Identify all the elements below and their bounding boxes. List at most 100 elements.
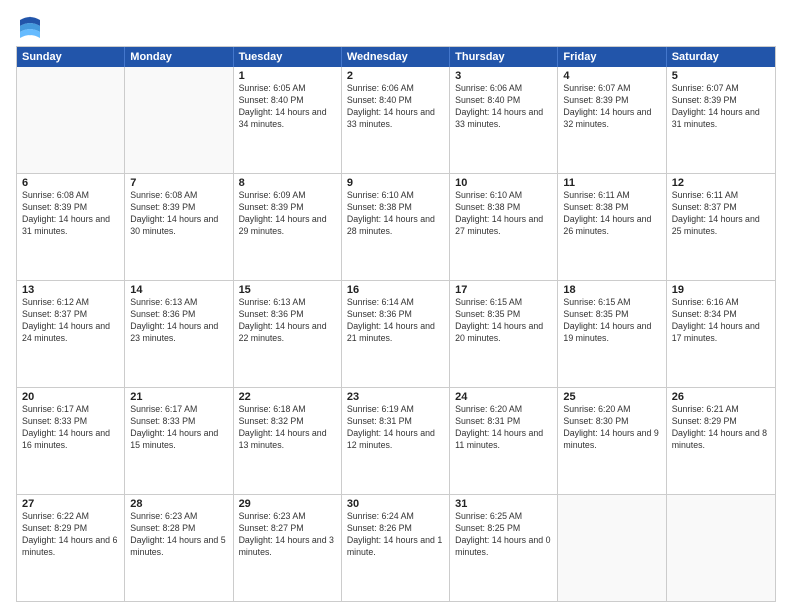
day-number: 10 xyxy=(455,177,552,189)
calendar-row-2: 6 Sunrise: 6:08 AM Sunset: 8:39 PM Daylig… xyxy=(17,173,775,280)
day-info: Sunrise: 6:13 AM Sunset: 8:36 PM Dayligh… xyxy=(239,297,336,345)
header xyxy=(16,12,776,40)
day-number: 30 xyxy=(347,498,444,510)
day-info: Sunrise: 6:23 AM Sunset: 8:27 PM Dayligh… xyxy=(239,511,336,559)
day-info: Sunrise: 6:19 AM Sunset: 8:31 PM Dayligh… xyxy=(347,404,444,452)
day-number: 23 xyxy=(347,391,444,403)
day-number: 31 xyxy=(455,498,552,510)
day-cell-21: 21Sunrise: 6:17 AM Sunset: 8:33 PM Dayli… xyxy=(125,388,233,494)
day-cell-31: 31Sunrise: 6:25 AM Sunset: 8:25 PM Dayli… xyxy=(450,495,558,601)
day-number: 8 xyxy=(239,177,336,189)
day-info: Sunrise: 6:24 AM Sunset: 8:26 PM Dayligh… xyxy=(347,511,444,559)
day-cell-10: 10Sunrise: 6:10 AM Sunset: 8:38 PM Dayli… xyxy=(450,174,558,280)
day-number: 24 xyxy=(455,391,552,403)
day-cell-29: 29Sunrise: 6:23 AM Sunset: 8:27 PM Dayli… xyxy=(234,495,342,601)
day-header-friday: Friday xyxy=(558,47,666,67)
day-number: 2 xyxy=(347,70,444,82)
day-info: Sunrise: 6:15 AM Sunset: 8:35 PM Dayligh… xyxy=(563,297,660,345)
empty-cell xyxy=(558,495,666,601)
calendar-row-5: 27Sunrise: 6:22 AM Sunset: 8:29 PM Dayli… xyxy=(17,494,775,601)
day-cell-8: 8Sunrise: 6:09 AM Sunset: 8:39 PM Daylig… xyxy=(234,174,342,280)
day-cell-17: 17Sunrise: 6:15 AM Sunset: 8:35 PM Dayli… xyxy=(450,281,558,387)
day-cell-13: 13Sunrise: 6:12 AM Sunset: 8:37 PM Dayli… xyxy=(17,281,125,387)
day-cell-30: 30Sunrise: 6:24 AM Sunset: 8:26 PM Dayli… xyxy=(342,495,450,601)
day-cell-23: 23Sunrise: 6:19 AM Sunset: 8:31 PM Dayli… xyxy=(342,388,450,494)
day-cell-28: 28Sunrise: 6:23 AM Sunset: 8:28 PM Dayli… xyxy=(125,495,233,601)
logo xyxy=(16,12,48,40)
day-number: 29 xyxy=(239,498,336,510)
day-info: Sunrise: 6:10 AM Sunset: 8:38 PM Dayligh… xyxy=(347,190,444,238)
day-cell-3: 3Sunrise: 6:06 AM Sunset: 8:40 PM Daylig… xyxy=(450,67,558,173)
day-cell-24: 24Sunrise: 6:20 AM Sunset: 8:31 PM Dayli… xyxy=(450,388,558,494)
day-cell-18: 18Sunrise: 6:15 AM Sunset: 8:35 PM Dayli… xyxy=(558,281,666,387)
day-header-saturday: Saturday xyxy=(667,47,775,67)
day-info: Sunrise: 6:08 AM Sunset: 8:39 PM Dayligh… xyxy=(130,190,227,238)
day-cell-9: 9Sunrise: 6:10 AM Sunset: 8:38 PM Daylig… xyxy=(342,174,450,280)
day-number: 18 xyxy=(563,284,660,296)
day-cell-1: 1Sunrise: 6:05 AM Sunset: 8:40 PM Daylig… xyxy=(234,67,342,173)
day-cell-15: 15Sunrise: 6:13 AM Sunset: 8:36 PM Dayli… xyxy=(234,281,342,387)
day-number: 6 xyxy=(22,177,119,189)
day-info: Sunrise: 6:20 AM Sunset: 8:30 PM Dayligh… xyxy=(563,404,660,452)
day-info: Sunrise: 6:10 AM Sunset: 8:38 PM Dayligh… xyxy=(455,190,552,238)
day-header-wednesday: Wednesday xyxy=(342,47,450,67)
day-info: Sunrise: 6:11 AM Sunset: 8:38 PM Dayligh… xyxy=(563,190,660,238)
empty-cell xyxy=(125,67,233,173)
day-info: Sunrise: 6:06 AM Sunset: 8:40 PM Dayligh… xyxy=(455,83,552,131)
day-number: 28 xyxy=(130,498,227,510)
day-cell-26: 26Sunrise: 6:21 AM Sunset: 8:29 PM Dayli… xyxy=(667,388,775,494)
day-header-monday: Monday xyxy=(125,47,233,67)
calendar: SundayMondayTuesdayWednesdayThursdayFrid… xyxy=(16,46,776,602)
day-cell-20: 20Sunrise: 6:17 AM Sunset: 8:33 PM Dayli… xyxy=(17,388,125,494)
day-number: 27 xyxy=(22,498,119,510)
day-info: Sunrise: 6:14 AM Sunset: 8:36 PM Dayligh… xyxy=(347,297,444,345)
day-number: 22 xyxy=(239,391,336,403)
day-number: 26 xyxy=(672,391,770,403)
day-cell-11: 11Sunrise: 6:11 AM Sunset: 8:38 PM Dayli… xyxy=(558,174,666,280)
calendar-header: SundayMondayTuesdayWednesdayThursdayFrid… xyxy=(17,47,775,67)
day-number: 3 xyxy=(455,70,552,82)
day-number: 1 xyxy=(239,70,336,82)
day-number: 5 xyxy=(672,70,770,82)
page: SundayMondayTuesdayWednesdayThursdayFrid… xyxy=(0,0,792,612)
calendar-row-1: 1Sunrise: 6:05 AM Sunset: 8:40 PM Daylig… xyxy=(17,67,775,173)
day-cell-5: 5Sunrise: 6:07 AM Sunset: 8:39 PM Daylig… xyxy=(667,67,775,173)
day-cell-4: 4Sunrise: 6:07 AM Sunset: 8:39 PM Daylig… xyxy=(558,67,666,173)
calendar-row-4: 20Sunrise: 6:17 AM Sunset: 8:33 PM Dayli… xyxy=(17,387,775,494)
day-cell-27: 27Sunrise: 6:22 AM Sunset: 8:29 PM Dayli… xyxy=(17,495,125,601)
day-cell-12: 12Sunrise: 6:11 AM Sunset: 8:37 PM Dayli… xyxy=(667,174,775,280)
day-number: 15 xyxy=(239,284,336,296)
day-header-tuesday: Tuesday xyxy=(234,47,342,67)
day-number: 12 xyxy=(672,177,770,189)
day-number: 11 xyxy=(563,177,660,189)
empty-cell xyxy=(667,495,775,601)
day-info: Sunrise: 6:11 AM Sunset: 8:37 PM Dayligh… xyxy=(672,190,770,238)
logo-icon xyxy=(16,12,44,40)
day-number: 7 xyxy=(130,177,227,189)
day-info: Sunrise: 6:22 AM Sunset: 8:29 PM Dayligh… xyxy=(22,511,119,559)
day-number: 14 xyxy=(130,284,227,296)
day-cell-22: 22Sunrise: 6:18 AM Sunset: 8:32 PM Dayli… xyxy=(234,388,342,494)
day-info: Sunrise: 6:12 AM Sunset: 8:37 PM Dayligh… xyxy=(22,297,119,345)
day-header-sunday: Sunday xyxy=(17,47,125,67)
day-info: Sunrise: 6:17 AM Sunset: 8:33 PM Dayligh… xyxy=(22,404,119,452)
day-info: Sunrise: 6:23 AM Sunset: 8:28 PM Dayligh… xyxy=(130,511,227,559)
day-number: 13 xyxy=(22,284,119,296)
day-number: 16 xyxy=(347,284,444,296)
day-info: Sunrise: 6:20 AM Sunset: 8:31 PM Dayligh… xyxy=(455,404,552,452)
day-number: 20 xyxy=(22,391,119,403)
day-info: Sunrise: 6:09 AM Sunset: 8:39 PM Dayligh… xyxy=(239,190,336,238)
day-cell-16: 16Sunrise: 6:14 AM Sunset: 8:36 PM Dayli… xyxy=(342,281,450,387)
empty-cell xyxy=(17,67,125,173)
day-info: Sunrise: 6:21 AM Sunset: 8:29 PM Dayligh… xyxy=(672,404,770,452)
day-number: 25 xyxy=(563,391,660,403)
day-info: Sunrise: 6:15 AM Sunset: 8:35 PM Dayligh… xyxy=(455,297,552,345)
day-number: 19 xyxy=(672,284,770,296)
day-number: 21 xyxy=(130,391,227,403)
day-header-thursday: Thursday xyxy=(450,47,558,67)
day-info: Sunrise: 6:17 AM Sunset: 8:33 PM Dayligh… xyxy=(130,404,227,452)
day-info: Sunrise: 6:16 AM Sunset: 8:34 PM Dayligh… xyxy=(672,297,770,345)
day-cell-14: 14Sunrise: 6:13 AM Sunset: 8:36 PM Dayli… xyxy=(125,281,233,387)
day-info: Sunrise: 6:05 AM Sunset: 8:40 PM Dayligh… xyxy=(239,83,336,131)
day-number: 17 xyxy=(455,284,552,296)
